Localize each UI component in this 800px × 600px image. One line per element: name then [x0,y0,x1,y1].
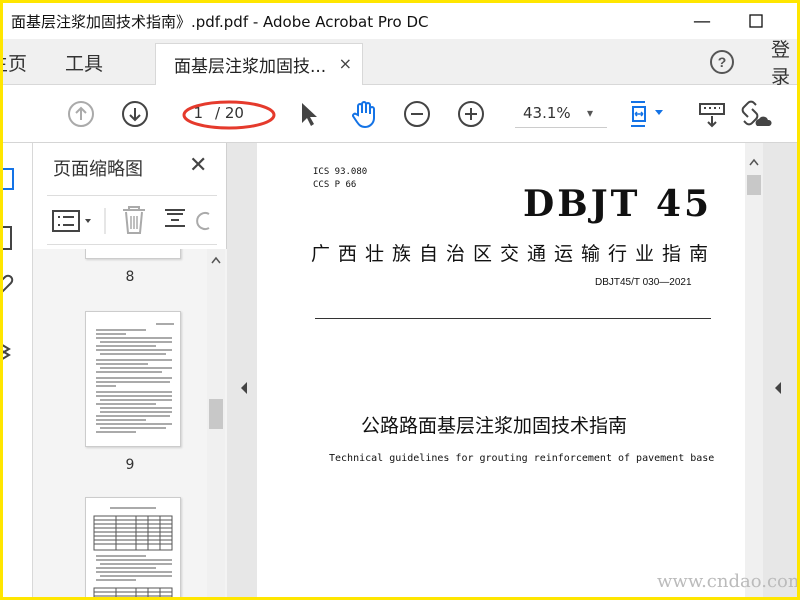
arrow-down-circle-icon [122,101,148,127]
left-rail-icons [3,168,14,361]
minus-circle-icon [404,101,430,127]
document-scrollbar[interactable] [745,143,763,597]
tab-document[interactable]: 面基层注浆加固技... × [155,43,363,85]
link-cloud-icon [741,100,772,126]
extract-page-icon[interactable] [165,209,185,227]
signin-link[interactable]: 登录 [771,39,797,88]
standard-logo: DBJT 45 [523,183,713,225]
thumbnail-page-9[interactable] [85,311,181,447]
keyboard-icon [699,103,725,128]
collapse-left-panel-button[interactable] [239,381,249,398]
thumbnail-scrollbar[interactable] [207,249,225,597]
page-thumbnails-icon[interactable] [3,168,14,190]
chevron-left-icon-right [775,382,781,394]
maximize-button[interactable] [733,3,779,39]
bookmark-icon[interactable] [3,226,12,250]
thumbnail-9-content [96,323,174,433]
trash-icon[interactable] [123,206,145,234]
help-glyph: ? [718,54,727,70]
next-page-button[interactable] [119,85,151,143]
thumbnail-page-10[interactable] [85,497,181,597]
page-display-button[interactable] [623,85,673,143]
acrobat-window: 面基层注浆加固技术指南》.pdf.pdf - Adobe Acrobat Pro… [3,3,797,597]
tab-bar: 主页 工具 面基层注浆加固技... × ? 登录 [3,39,797,88]
document-title-en: Technical guidelines for grouting reinfo… [329,453,715,464]
share-link-button[interactable] [737,85,777,143]
arrow-up-circle-icon [68,101,94,127]
thumbnail-page-8[interactable] [85,249,181,259]
zoom-out-button[interactable] [401,85,433,143]
window-title: 面基层注浆加固技术指南》.pdf.pdf - Adobe Acrobat Pro… [11,13,429,31]
keyboard-tool-button[interactable] [695,85,729,143]
header-rule [315,318,711,319]
zoom-value: 43.1% [523,104,571,122]
thumbnail-scrollbar-track [209,256,223,429]
prev-page-button[interactable] [65,85,97,143]
options-menu-icon[interactable] [52,210,91,232]
panel-toolbar [47,195,217,245]
toolbar [3,85,797,143]
standard-code: DBJT45/T 030—2021 [595,277,692,288]
title-bar: 面基层注浆加固技术指南》.pdf.pdf - Adobe Acrobat Pro… [3,3,797,39]
select-tool-button[interactable] [293,85,323,143]
tab-document-label: 面基层注浆加固技... [174,57,327,77]
cursor-arrow-icon [302,103,317,126]
tab-home[interactable]: 主页 [3,39,27,85]
tab-close-button[interactable]: × [339,54,352,73]
thumbnails-panel: 页面缩略图 ✕ 8 9 [33,143,227,597]
chevron-down-icon: ▾ [587,106,594,120]
panel-close-button[interactable]: ✕ [189,153,207,178]
zoom-select[interactable]: 43.1% ▾ [515,102,607,128]
watermark: www.cndao.com [657,571,797,592]
thumbnail-label-8: 8 [125,269,135,285]
thumbnail-label-9: 9 [125,457,135,473]
thumbnail-list: 8 9 [33,249,227,597]
panel-title: 页面缩略图 [53,159,143,180]
document-title-cn: 公路路面基层注浆加固技术指南 [361,415,628,437]
thumbnail-10-content [93,507,173,597]
minimize-button[interactable]: — [679,3,725,39]
red-annotation-ellipse [182,100,276,130]
standard-issuer-title: 广西壮族自治区交通运输行业指南 [311,243,717,265]
chevron-left-icon [241,382,247,394]
pdf-page: ICS 93.080 CCS P 66 DBJT 45 广西壮族自治区交通运输行… [257,143,745,597]
left-rail [3,143,33,597]
layers-icon[interactable] [3,343,11,361]
attachment-icon[interactable] [3,274,14,293]
ccs-code: CCS P 66 [313,180,357,190]
plus-circle-icon [458,101,484,127]
document-scrollbar-track [747,158,761,195]
ics-code: ICS 93.080 [313,167,368,177]
help-button[interactable]: ? [709,39,735,85]
maximize-icon [749,14,763,28]
panel-toolbar-icons [52,206,210,234]
help-icon: ? [710,50,734,74]
zoom-in-button[interactable] [455,85,487,143]
fit-page-icon [631,101,663,127]
rotate-icon[interactable] [196,212,210,230]
collapse-right-panel-button[interactable] [773,381,783,398]
hand-tool-button[interactable] [347,85,381,143]
tab-tools[interactable]: 工具 [65,39,103,85]
hand-icon [352,101,375,129]
